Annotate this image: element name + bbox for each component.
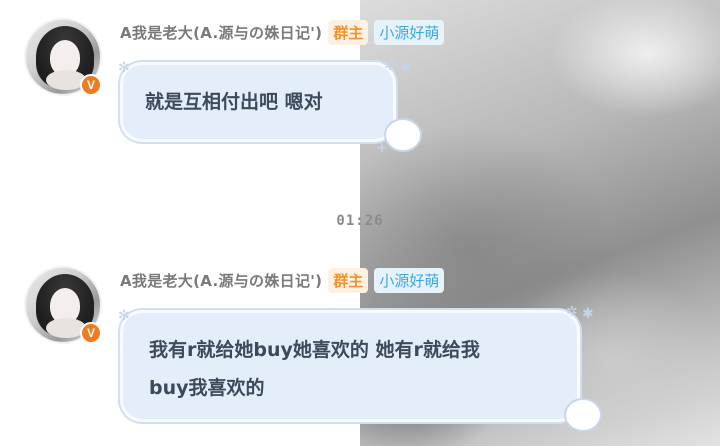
vip-badge-icon: V	[80, 322, 102, 344]
sparkle-decoration-icon: ✱	[400, 60, 412, 76]
sender-name[interactable]: A我是老大(A.源与の姝日记')	[120, 22, 322, 43]
heart-decoration-icon	[564, 398, 602, 432]
group-owner-badge: 群主	[328, 20, 369, 45]
flower-decoration-icon: ✻	[118, 60, 130, 76]
flower-decoration-icon: ✻	[118, 308, 130, 324]
sender-name[interactable]: A我是老大(A.源与の姝日记')	[120, 270, 322, 291]
message-bubble[interactable]: 我有r就给她buy她喜欢的 她有r就给我 buy我喜欢的	[120, 310, 580, 422]
message-text-line: 我有r就给她buy她喜欢的 她有r就给我	[149, 339, 480, 361]
message-text-line: buy我喜欢的	[149, 377, 265, 399]
group-owner-badge: 群主	[328, 268, 369, 293]
sender-row: A我是老大(A.源与の姝日记') 群主 小源好萌	[120, 268, 445, 293]
heart-decoration-icon	[384, 118, 422, 152]
member-title-badge: 小源好萌	[374, 20, 445, 45]
sparkle-decoration-icon: ✱	[582, 306, 594, 322]
member-title-badge: 小源好萌	[374, 268, 445, 293]
message-timestamp: 01:26	[336, 213, 384, 229]
sparkle-decoration-icon: ✲	[384, 58, 396, 74]
message-text: 就是互相付出吧 嗯对	[145, 91, 323, 113]
sender-row: A我是老大(A.源与の姝日记') 群主 小源好萌	[120, 20, 445, 45]
message-bubble[interactable]: 就是互相付出吧 嗯对	[120, 62, 396, 142]
vip-badge-icon: V	[80, 74, 102, 96]
sparkle-decoration-icon: ✲	[566, 304, 578, 320]
